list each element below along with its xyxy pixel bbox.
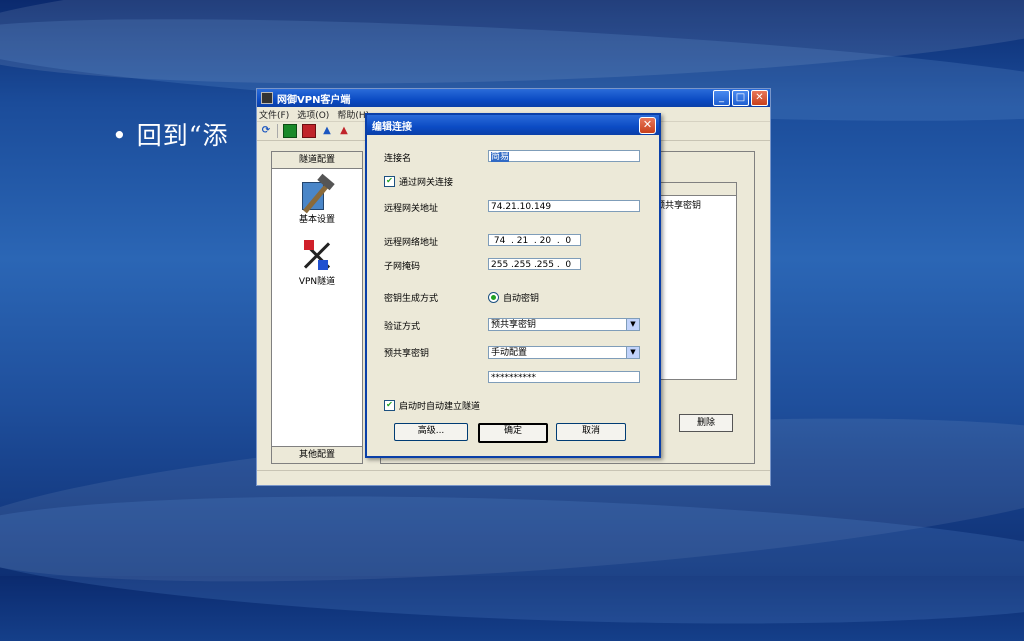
remote-gateway-label: 远程网关地址 <box>384 204 439 214</box>
cancel-button[interactable]: 取消 <box>556 423 626 441</box>
dialog-titlebar[interactable]: 编辑连接 ✕ <box>367 115 659 135</box>
sidebar-item-label: VPN隧道 <box>298 277 336 287</box>
auth-method-select[interactable]: 预共享密钥 ▼ <box>488 318 640 331</box>
chevron-down-icon[interactable]: ▼ <box>626 347 639 358</box>
preshared-key-label: 预共享密钥 <box>384 349 430 359</box>
subnet-mask-label: 子网掩码 <box>384 262 421 272</box>
minimize-icon[interactable]: _ <box>713 90 730 106</box>
chevron-down-icon[interactable]: ▼ <box>626 319 639 330</box>
radio-selected-icon <box>488 292 499 303</box>
connection-name-label: 连接名 <box>384 154 412 164</box>
dialog-title: 编辑连接 <box>372 121 412 133</box>
sidebar-item-basic-settings[interactable]: 基本设置 <box>272 173 362 225</box>
ok-button[interactable]: 确定 <box>478 423 548 443</box>
edit-connection-dialog: 编辑连接 ✕ 连接名 简易 ✔ 通过网关连接 远程网关地址 74.21.10.1… <box>365 113 661 458</box>
key-generation-label: 密钥生成方式 <box>384 294 439 304</box>
list-column-header: 预共享密钥 <box>656 201 702 211</box>
auth-method-label: 验证方式 <box>384 322 421 332</box>
slide-bullet-text: • 回到“添 <box>112 121 229 150</box>
auto-key-radio[interactable]: 自动密钥 <box>488 291 539 304</box>
connect-icon[interactable]: ▲ <box>321 125 333 137</box>
list-header <box>654 183 736 196</box>
advanced-button[interactable]: 高级... <box>394 423 468 441</box>
save-icon[interactable] <box>283 124 297 138</box>
menu-file[interactable]: 文件(F) <box>259 108 289 121</box>
toolbar-separator <box>277 124 278 138</box>
tunnel-list[interactable]: 预共享密钥 <box>653 182 737 380</box>
connection-name-input[interactable]: 简易 <box>488 150 640 162</box>
delete-button[interactable]: 删除 <box>679 414 733 432</box>
sidebar-footer[interactable]: 其他配置 <box>272 446 362 463</box>
remote-gateway-input[interactable]: 74.21.10.149 <box>488 200 640 212</box>
sidebar: 隧道配置 基本设置 VPN隧道 其他配置 <box>271 151 363 464</box>
vpn-tunnel-icon <box>298 238 336 274</box>
checkbox-checked-icon: ✔ <box>384 400 395 411</box>
sidebar-item-label: 基本设置 <box>298 215 335 225</box>
sidebar-header[interactable]: 隧道配置 <box>272 152 362 169</box>
remote-network-label: 远程网络地址 <box>384 238 439 248</box>
hammer-config-icon <box>298 173 336 214</box>
disconnect-icon[interactable]: ▲ <box>338 125 350 137</box>
via-gateway-checkbox[interactable]: ✔ 通过网关连接 <box>384 175 453 188</box>
maximize-icon[interactable]: □ <box>732 90 749 106</box>
menu-options[interactable]: 选项(O) <box>297 108 329 121</box>
refresh-icon[interactable]: ⟳ <box>260 125 272 137</box>
remote-network-ip-input[interactable]: 74 . 21 . 20 . 0 <box>488 234 581 246</box>
close-icon[interactable]: ✕ <box>639 116 656 134</box>
sidebar-item-vpn-tunnel[interactable]: VPN隧道 <box>272 238 362 287</box>
main-titlebar[interactable]: 网御VPN客户端 _ □ ✕ <box>257 89 770 107</box>
save-as-icon[interactable] <box>302 124 316 138</box>
auto-tunnel-checkbox[interactable]: ✔ 启动时自动建立隧道 <box>384 399 480 412</box>
subnet-mask-input[interactable]: 255 .255 .255 . 0 <box>488 258 581 270</box>
checkbox-checked-icon: ✔ <box>384 176 395 187</box>
background-wave <box>0 479 1024 641</box>
status-bar <box>257 470 770 485</box>
preshared-key-password-input[interactable]: ********** <box>488 371 640 383</box>
background-wave <box>0 0 1024 101</box>
close-icon[interactable]: ✕ <box>751 90 768 106</box>
app-icon <box>261 92 273 104</box>
window-title: 网御VPN客户端 <box>277 94 351 106</box>
preshared-key-select[interactable]: 手动配置 ▼ <box>488 346 640 359</box>
